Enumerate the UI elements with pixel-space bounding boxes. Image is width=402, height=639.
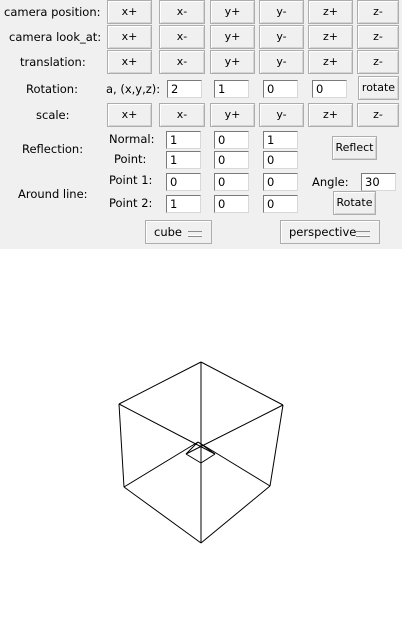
camera-position-y-minus-button[interactable]: y- <box>259 0 304 24</box>
around-line-point1-label: Point 1: <box>109 173 153 187</box>
dropdown-indicator-icon <box>188 231 202 236</box>
scale-y-plus-button[interactable]: y+ <box>210 103 255 127</box>
around-line-p1-z-input[interactable]: 0 <box>263 173 298 191</box>
scale-y-minus-button[interactable]: y- <box>259 103 304 127</box>
cube-edge <box>200 453 216 464</box>
translation-z-minus-button[interactable]: z- <box>357 50 399 74</box>
reflection-point-x-input[interactable]: 1 <box>166 151 201 169</box>
cube-wireframe <box>118 361 284 544</box>
translation-y-minus-button[interactable]: y- <box>259 50 304 74</box>
scale-label: scale: <box>36 108 70 122</box>
camera-position-y-plus-button[interactable]: y+ <box>210 0 255 24</box>
camera-look-at-y-plus-button[interactable]: y+ <box>210 25 255 49</box>
rotation-axis-angle-label: a, (x,y,z): <box>106 82 161 96</box>
reflection-point-z-input[interactable]: 0 <box>263 151 298 169</box>
cube-edge <box>200 361 284 406</box>
around-line-p2-y-input[interactable]: 0 <box>214 195 249 213</box>
control-panel: camera position: x+ x- y+ y- z+ z- camer… <box>0 0 402 249</box>
cube-edge <box>118 361 202 405</box>
translation-y-plus-button[interactable]: y+ <box>210 50 255 74</box>
camera-look-at-x-minus-button[interactable]: x- <box>159 25 205 49</box>
around-line-point2-label: Point 2: <box>109 196 153 210</box>
projection-select-value: perspective <box>289 225 357 239</box>
translation-label: translation: <box>20 55 86 69</box>
around-line-p1-x-input[interactable]: 0 <box>166 173 201 191</box>
translation-x-minus-button[interactable]: x- <box>159 50 205 74</box>
camera-position-z-plus-button[interactable]: z+ <box>308 0 353 24</box>
around-line-p1-y-input[interactable]: 0 <box>214 173 249 191</box>
reflect-button[interactable]: Reflect <box>332 136 377 160</box>
reflection-point-y-input[interactable]: 0 <box>214 151 249 169</box>
camera-position-z-minus-button[interactable]: z- <box>357 0 399 24</box>
cube-edge <box>118 403 125 488</box>
camera-position-x-minus-button[interactable]: x- <box>159 0 205 24</box>
reflection-normal-y-input[interactable]: 0 <box>214 131 249 149</box>
scale-x-minus-button[interactable]: x- <box>159 103 205 127</box>
shape-select-value: cube <box>154 225 182 239</box>
around-line-p2-z-input[interactable]: 0 <box>263 195 298 213</box>
rotate-around-line-button[interactable]: Rotate <box>333 191 376 215</box>
cube-edge <box>123 486 202 544</box>
dropdown-indicator-icon <box>356 231 370 236</box>
reflection-label: Reflection: <box>22 142 84 156</box>
rotate-button[interactable]: rotate <box>358 76 399 100</box>
around-line-angle-label: Angle: <box>312 175 349 189</box>
reflection-normal-z-input[interactable]: 1 <box>263 131 298 149</box>
camera-look-at-z-minus-button[interactable]: z- <box>357 25 399 49</box>
cube-edge <box>197 441 271 487</box>
cube-edge <box>185 453 202 464</box>
scale-z-plus-button[interactable]: z+ <box>308 103 353 127</box>
camera-look-at-x-plus-button[interactable]: x+ <box>107 25 152 49</box>
camera-position-x-plus-button[interactable]: x+ <box>107 0 152 24</box>
translation-z-plus-button[interactable]: z+ <box>308 50 353 74</box>
reflection-normal-x-input[interactable]: 1 <box>166 131 201 149</box>
scale-x-plus-button[interactable]: x+ <box>107 103 152 127</box>
translation-x-plus-button[interactable]: x+ <box>107 50 152 74</box>
projection-select[interactable]: perspective <box>280 220 380 244</box>
rotation-x-input[interactable]: 1 <box>214 80 249 98</box>
shape-select[interactable]: cube <box>145 220 212 244</box>
camera-position-label: camera position: <box>4 5 101 19</box>
rotation-z-input[interactable]: 0 <box>312 80 347 98</box>
reflection-point-label: Point: <box>114 152 147 166</box>
camera-look-at-label: camera look_at: <box>9 30 102 44</box>
scale-z-minus-button[interactable]: z- <box>357 103 399 127</box>
around-line-p2-x-input[interactable]: 1 <box>166 195 201 213</box>
reflection-normal-label: Normal: <box>109 132 155 146</box>
camera-look-at-z-plus-button[interactable]: z+ <box>308 25 353 49</box>
cube-edge <box>123 441 199 488</box>
rotation-angle-input[interactable]: 2 <box>167 80 202 98</box>
cube-edge <box>269 404 284 487</box>
around-line-angle-input[interactable]: 30 <box>361 173 396 191</box>
rotation-y-input[interactable]: 0 <box>263 80 298 98</box>
around-line-label: Around line: <box>18 187 88 201</box>
render-canvas[interactable] <box>0 249 402 639</box>
cube-edge <box>200 485 271 544</box>
rotation-label: Rotation: <box>26 82 78 96</box>
camera-look-at-y-minus-button[interactable]: y- <box>259 25 304 49</box>
